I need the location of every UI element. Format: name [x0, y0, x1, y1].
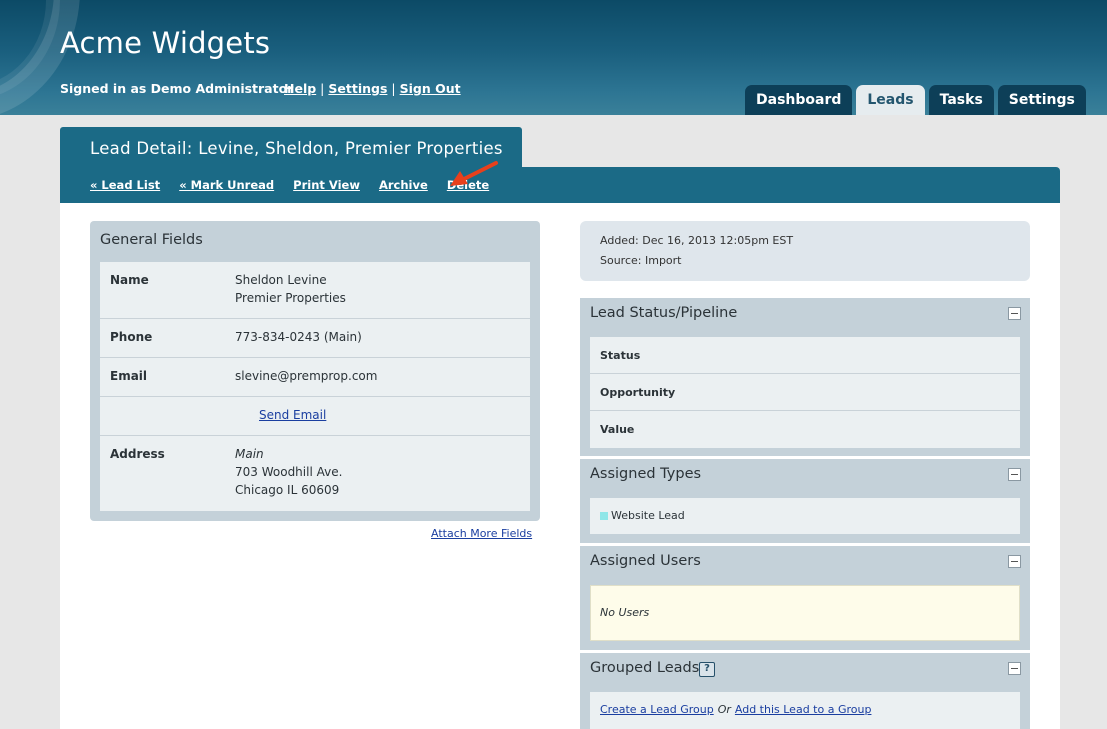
lead-meta-box [580, 221, 1030, 281]
status-row: Status [590, 337, 1020, 374]
lead-status-title: Lead Status/Pipeline [590, 305, 738, 321]
help-icon[interactable]: ? [699, 662, 715, 677]
assigned-users-title: Assigned Users [590, 553, 701, 569]
tab-leads[interactable]: Leads [856, 85, 925, 115]
address-type: Main [235, 447, 264, 461]
main-nav-tabs: Dashboard Leads Tasks Settings [745, 85, 1090, 115]
field-label-email: Email [110, 369, 148, 383]
field-row-email: Email slevine@premprop.com [100, 358, 530, 397]
tab-dashboard[interactable]: Dashboard [745, 85, 853, 115]
print-view-link[interactable]: Print View [293, 178, 360, 192]
field-value-phone: 773-834-0243 (Main) [235, 330, 362, 344]
added-date: Added: Dec 16, 2013 12:05pm EST [600, 234, 794, 247]
field-row-address: Address Main 703 Woodhill Ave. Chicago I… [100, 436, 530, 511]
company-name: Premier Properties [235, 291, 346, 305]
add-to-group-link[interactable]: Add this Lead to a Group [735, 703, 872, 716]
no-users-text: No Users [600, 606, 650, 619]
page-title: Lead Detail: Levine, Sheldon, Premier Pr… [90, 139, 503, 158]
lead-actions: « Lead List « Mark Unread Print View Arc… [90, 178, 504, 192]
field-value-name: Sheldon Levine Premier Properties [235, 271, 346, 307]
signed-in-text: Signed in as Demo Administrator [60, 81, 294, 96]
field-value-email: slevine@premprop.com [235, 369, 378, 383]
tab-tasks[interactable]: Tasks [928, 85, 994, 115]
opportunity-label: Opportunity [600, 386, 676, 399]
type-website-lead: Website Lead [611, 509, 685, 522]
collapse-lead-status-button[interactable] [1008, 307, 1021, 320]
sign-out-link[interactable]: Sign Out [400, 81, 461, 96]
value-row: Value [590, 411, 1020, 448]
group-links: Create a Lead Group Or Add this Lead to a … [600, 703, 871, 716]
type-color-swatch [600, 512, 608, 520]
status-label: Status [600, 349, 641, 362]
address-city: Chicago IL 60609 [235, 483, 340, 497]
field-value-address: Main 703 Woodhill Ave. Chicago IL 60609 [235, 445, 342, 499]
collapse-grouped-leads-button[interactable] [1008, 662, 1021, 675]
lead-source: Source: Import [600, 254, 682, 267]
mark-unread-link[interactable]: « Mark Unread [179, 178, 274, 192]
link-separator: | [320, 81, 325, 96]
create-lead-group-link[interactable]: Create a Lead Group [600, 703, 714, 716]
lead-list-link[interactable]: « Lead List [90, 178, 160, 192]
opportunity-row: Opportunity [590, 374, 1020, 411]
value-label: Value [600, 423, 635, 436]
collapse-assigned-users-button[interactable] [1008, 555, 1021, 568]
address-street: 703 Woodhill Ave. [235, 465, 343, 479]
grouped-leads-title: Grouped Leads [590, 660, 700, 676]
annotation-arrow-icon [450, 161, 498, 186]
send-email-link[interactable]: Send Email [259, 408, 326, 422]
archive-link[interactable]: Archive [379, 178, 428, 192]
collapse-assigned-types-button[interactable] [1008, 468, 1021, 481]
help-link[interactable]: Help [284, 81, 316, 96]
app-title: Acme Widgets [60, 26, 271, 60]
field-row-phone: Phone 773-834-0243 (Main) [100, 319, 530, 358]
header-links: Help | Settings | Sign Out [284, 81, 461, 96]
or-text: Or [717, 703, 731, 716]
no-users-note [590, 585, 1020, 641]
contact-name: Sheldon Levine [235, 273, 327, 287]
link-separator: | [391, 81, 396, 96]
attach-more-fields-link[interactable]: Attach More Fields [431, 527, 532, 540]
general-fields-title: General Fields [100, 232, 203, 248]
settings-link[interactable]: Settings [328, 81, 387, 96]
field-row-name: Name Sheldon Levine Premier Properties [100, 262, 530, 319]
tab-settings[interactable]: Settings [997, 85, 1086, 115]
assigned-types-title: Assigned Types [590, 466, 702, 482]
field-label-phone: Phone [110, 330, 153, 344]
field-label-name: Name [110, 273, 149, 287]
field-label-address: Address [110, 447, 165, 461]
